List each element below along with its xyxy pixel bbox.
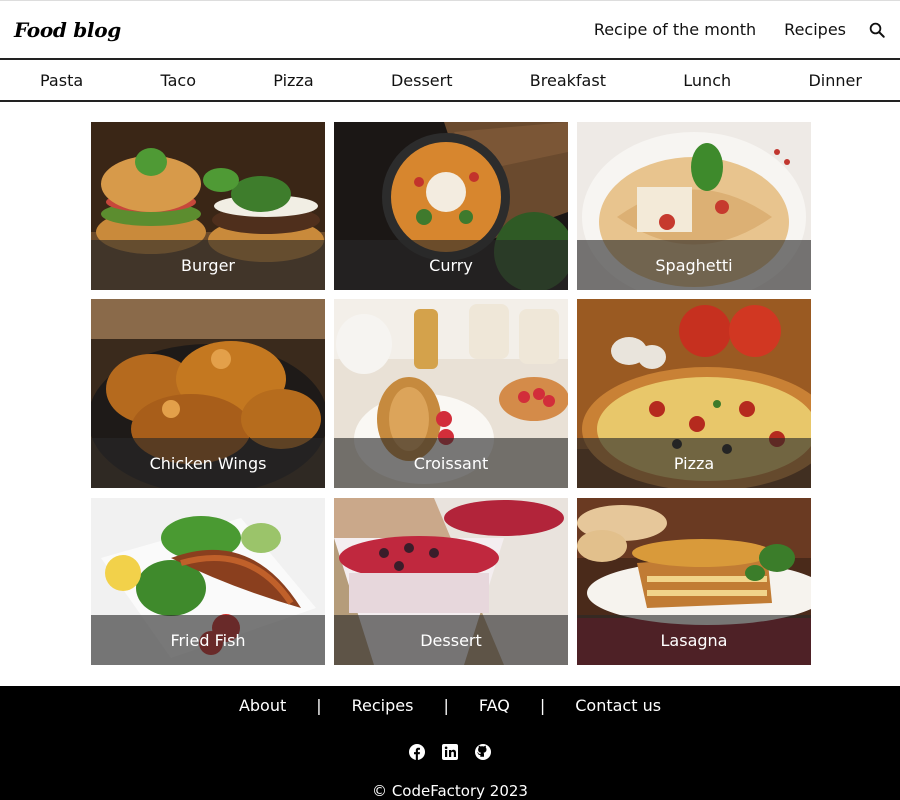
footer-separator: | [443,696,449,715]
footer-link-recipes[interactable]: Recipes [352,696,414,715]
category-dessert[interactable]: Dessert [391,71,453,90]
category-nav: Pasta Taco Pizza Dessert Breakfast Lunch… [0,60,900,102]
category-taco[interactable]: Taco [160,71,196,90]
brand-logo[interactable]: Food blog [14,18,121,42]
facebook-icon[interactable] [409,744,425,760]
recipe-card-spaghetti[interactable]: Spaghetti [577,122,811,290]
search-icon[interactable] [868,21,886,39]
card-caption: Dessert [334,615,568,665]
linkedin-icon[interactable] [442,744,458,760]
card-caption: Croissant [334,438,568,488]
github-icon[interactable] [475,744,491,760]
footer-link-faq[interactable]: FAQ [479,696,510,715]
card-caption: Lasagna [577,615,811,665]
category-dinner[interactable]: Dinner [808,71,861,90]
recipe-card-chicken-wings[interactable]: Chicken Wings [91,299,325,488]
nav-recipes[interactable]: Recipes [784,20,846,39]
recipe-card-burger[interactable]: Burger [91,122,325,290]
social-links [0,744,900,760]
recipe-card-lasagna[interactable]: Lasagna [577,498,811,665]
card-caption: Fried Fish [91,615,325,665]
top-nav: Recipe of the month Recipes [594,20,886,39]
nav-recipe-of-the-month[interactable]: Recipe of the month [594,20,756,39]
category-lunch[interactable]: Lunch [683,71,731,90]
footer-link-contact[interactable]: Contact us [575,696,661,715]
card-caption: Curry [334,240,568,290]
card-caption: Pizza [577,438,811,488]
site-footer: About | Recipes | FAQ | Contact us © Cod… [0,686,900,800]
recipe-card-fried-fish[interactable]: Fried Fish [91,498,325,665]
category-pasta[interactable]: Pasta [40,71,83,90]
category-pizza[interactable]: Pizza [273,71,313,90]
recipe-card-curry[interactable]: Curry [334,122,568,290]
category-breakfast[interactable]: Breakfast [530,71,606,90]
footer-separator: | [539,696,546,715]
footer-links: About | Recipes | FAQ | Contact us [0,696,900,715]
copyright: © CodeFactory 2023 [372,782,528,800]
card-caption: Spaghetti [577,240,811,290]
card-caption: Chicken Wings [91,438,325,488]
footer-link-about[interactable]: About [239,696,286,715]
recipe-card-pizza[interactable]: Pizza [577,299,811,488]
recipe-card-dessert[interactable]: Dessert [334,498,568,665]
recipe-card-croissant[interactable]: Croissant [334,299,568,488]
site-header: Food blog Recipe of the month Recipes [0,0,900,60]
footer-separator: | [316,696,322,715]
card-caption: Burger [91,240,325,290]
